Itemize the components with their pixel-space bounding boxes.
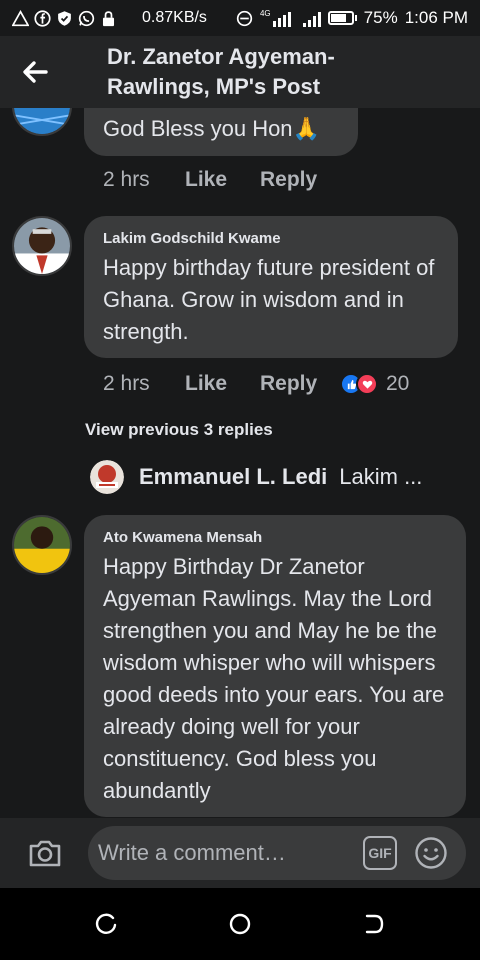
comment-composer: GIF [0,818,480,888]
avatar[interactable] [12,216,72,276]
camera-icon[interactable] [27,835,63,871]
whatsapp-icon [78,10,95,27]
status-right-icons: 4G 75% 1:06 PM [236,8,468,28]
system-nav-bar [0,888,480,960]
page-title: Dr. Zanetor Agyeman- Rawlings, MP's Post [107,42,367,102]
comment-text: God Bless you Hon🙏 [103,113,320,145]
comment-author[interactable]: Ato Kwamena Mensah [103,529,262,546]
pray-emoji-icon: 🙏 [292,116,320,141]
page-title-line1: Dr. Zanetor Agyeman- [107,44,335,69]
facebook-icon [34,9,51,27]
reply-preview[interactable]: Emmanuel L. Ledi Lakim ... [90,460,422,494]
avatar[interactable] [90,460,124,494]
signal-icon: 4G [259,8,321,27]
reply-author[interactable]: Emmanuel L. Ledi [139,464,327,490]
comment-author[interactable]: Lakim Godschild Kwame [103,230,281,247]
comment-time: 2 hrs [103,168,150,191]
smiley-icon[interactable] [414,836,448,870]
gif-button[interactable]: GIF [363,836,397,870]
clock: 1:06 PM [404,8,468,27]
lock-icon [100,10,117,27]
comment-bubble[interactable]: Lakim Godschild Kwame Happy birthday fut… [84,216,458,358]
battery-icon [327,11,357,25]
comment-meta: 2 hrs Like Reply 20 [103,372,409,396]
reply-button[interactable]: Reply [260,372,340,396]
avatar[interactable] [12,515,72,575]
comment-time: 2 hrs [103,372,150,395]
reactions-summary[interactable]: 20 [340,372,409,396]
page-title-line2: Rawlings, MP's Post [107,74,321,99]
comment-input[interactable] [98,840,358,866]
arrow-left-icon [23,61,48,83]
comment-text: Happy birthday future president of Ghana… [103,255,435,344]
comment-text-content: God Bless you Hon [103,116,293,141]
comment-bubble[interactable]: Ato Kwamena Mensah Happy Birthday Dr Zan… [84,515,466,817]
back-button[interactable] [0,36,70,108]
battery-percent: 75% [363,8,398,27]
view-previous-replies-link[interactable]: View previous 3 replies [85,420,273,440]
reply-button[interactable]: Reply [260,168,340,192]
comment-meta: 2 hrs Like Reply [103,168,340,192]
alert-icon [12,9,29,27]
no-disturb-icon [236,10,253,27]
network-type: 4G [259,8,271,18]
comment-text: Happy Birthday Dr Zanetor Agyeman Rawlin… [103,554,445,803]
love-reaction-icon [356,373,378,395]
comment-bubble[interactable]: God Bless you Hon🙏 [84,108,358,156]
status-bar: 0.87KB/s 4G 75% 1:06 PM [0,0,480,36]
avatar[interactable] [12,108,72,136]
reply-preview-text: Lakim ... [339,464,423,489]
comment-box[interactable]: GIF [88,826,466,880]
like-button[interactable]: Like [185,372,260,396]
network-speed: 0.87KB/s [142,9,207,26]
like-button[interactable]: Like [185,168,260,192]
back-icon[interactable] [362,912,386,936]
reaction-count: 20 [386,372,410,395]
home-icon[interactable] [228,912,252,936]
recents-icon[interactable] [95,912,119,936]
comments-feed[interactable]: God Bless you Hon🙏 2 hrs Like Reply Laki… [0,108,480,818]
status-left-icons: 0.87KB/s [12,9,207,27]
shield-icon [56,10,73,27]
post-header: Dr. Zanetor Agyeman- Rawlings, MP's Post [0,36,480,108]
